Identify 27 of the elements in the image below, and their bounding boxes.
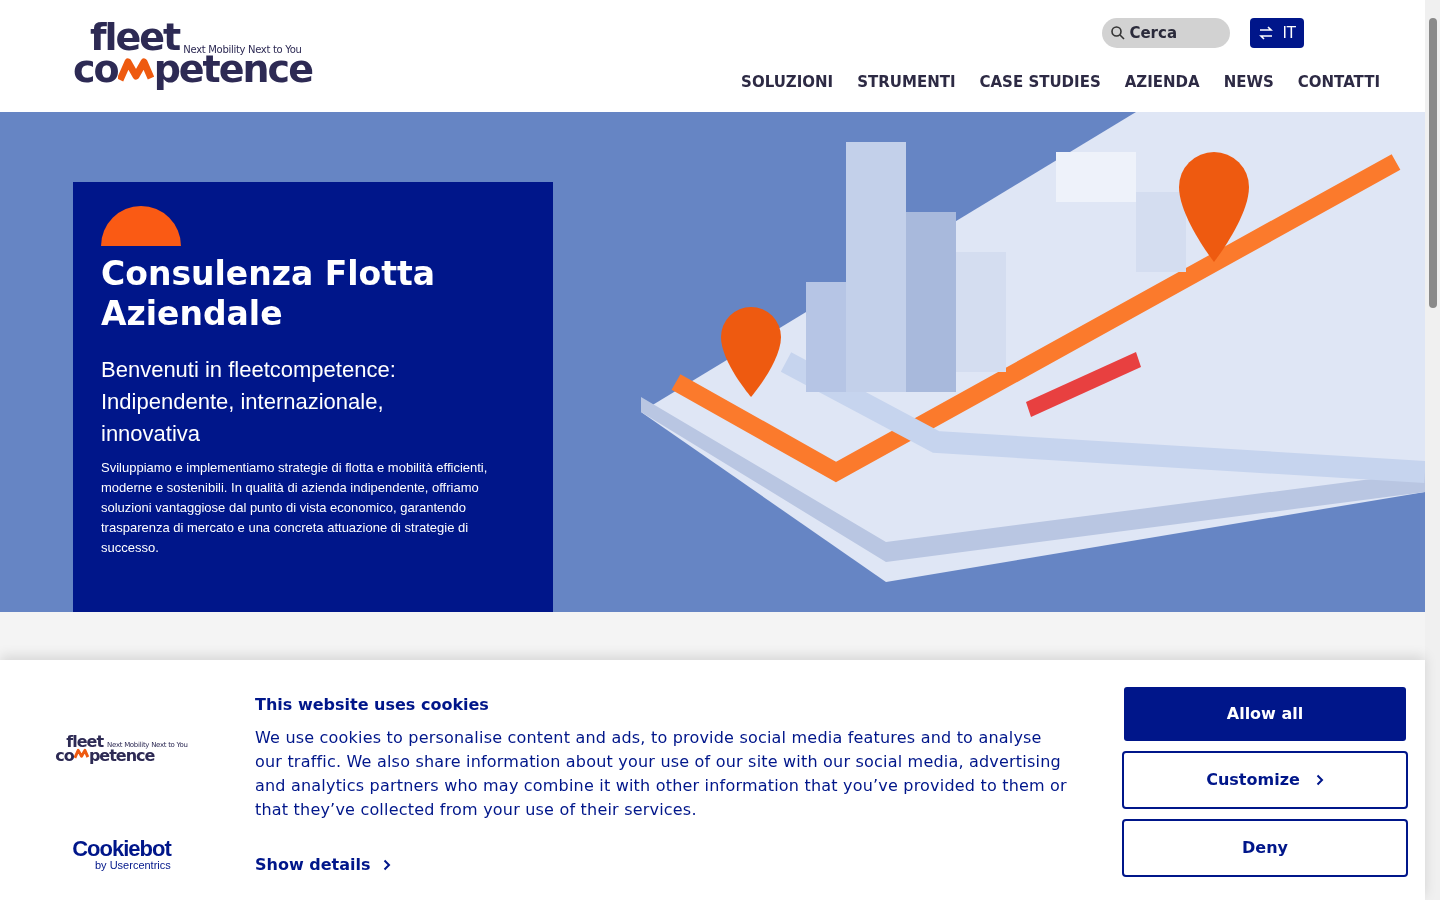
nav-link[interactable]: NEWS <box>1223 71 1274 94</box>
chevron-right-icon <box>382 859 391 871</box>
logo-tagline: Next Mobility Next to You <box>183 45 302 55</box>
cookiebot-logo: Cookiebot by Usercentrics <box>72 837 171 871</box>
chevron-right-icon <box>1315 774 1324 786</box>
cookie-description: We use cookies to personalise content and ads, to provide social media features and to analyse our traffic. We also share information about your use of our site with our social media, advertising and analytics partners who may combine it with other information that you’ve provided to them or that they’ve collected from your use of their services. <box>255 727 1068 821</box>
logo-wordmark: co <box>55 747 74 764</box>
hero-description: Sviluppiamo e implementiamo strategie di flotta e mobilità efficienti, moderne e sostenibili. In qualità di azienda indipendente, offriamo soluzioni vantaggiose dal punto di vista economico, garantendo trasparenza di mercato e una concreta attuazione di strategie di successo. <box>101 459 489 557</box>
cookie-title: This website uses cookies <box>255 694 490 716</box>
nav-link[interactable]: AZIENDA <box>1124 71 1200 94</box>
nav-link[interactable]: SOLUZIONI <box>741 71 834 94</box>
logo-wordmark: fleet <box>66 734 104 750</box>
cookie-button[interactable]: Customize <box>1122 751 1408 809</box>
hero-subtitle: Benvenuti in fleetcompetence: Indipendente, internazionale, innovativa <box>101 356 397 448</box>
logo-wordmark: petence <box>88 747 155 764</box>
hero-title: Consulenza Flotta Aziendale <box>101 254 436 334</box>
nav-link[interactable]: STRUMENTI <box>857 71 956 94</box>
logo-zigzag-icon <box>73 747 89 760</box>
nav-link[interactable]: CASE STUDIES <box>979 71 1101 94</box>
language-button[interactable]: IT <box>1250 18 1304 48</box>
show-details-link[interactable]: Show details <box>255 853 391 877</box>
cookie-button[interactable]: Deny <box>1122 819 1408 877</box>
search-field[interactable]: Cerca <box>1102 18 1231 48</box>
swap-arrows-icon <box>1258 25 1275 41</box>
search-icon <box>1110 25 1127 41</box>
cookie-button[interactable]: Allow all <box>1124 687 1406 741</box>
nav-link[interactable]: CONTATTI <box>1297 71 1380 94</box>
